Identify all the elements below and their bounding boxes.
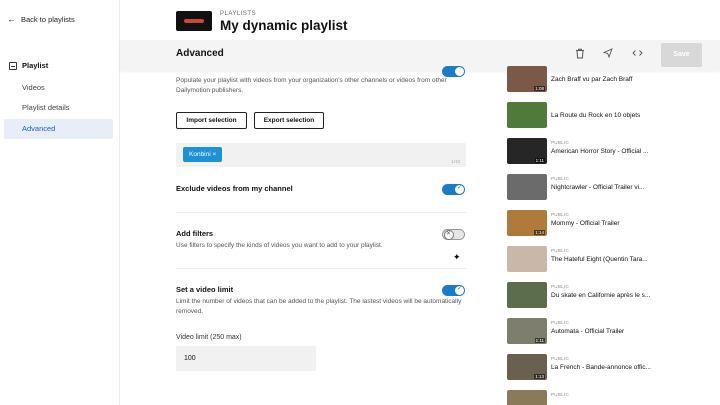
video-title: Automata - Official Trailer: [551, 328, 625, 335]
video-thumbnail: 1:14: [507, 210, 547, 236]
save-button[interactable]: Save: [661, 43, 702, 67]
list-item[interactable]: 1:13 PUBLIC La French - Bande-annonce of…: [507, 354, 720, 384]
video-thumbnail: 1:08: [507, 66, 547, 92]
video-thumbnail: [507, 282, 547, 308]
video-title: La French - Bande-annonce offic...: [551, 364, 651, 371]
page-title: My dynamic playlist: [220, 18, 348, 33]
send-icon[interactable]: [602, 48, 614, 60]
sidebar-item-label: Videos: [22, 83, 45, 92]
add-filters-toggle[interactable]: ✕: [442, 229, 465, 240]
video-title: American Horror Story - Official ...: [551, 148, 649, 155]
arrow-left-icon: ←: [7, 14, 16, 24]
sidebar-section-label: Playlist: [22, 61, 49, 70]
video-status: PUBLIC: [551, 284, 570, 289]
playlist-icon: [9, 61, 17, 70]
list-item[interactable]: PUBLIC Nightcrawler - Official Trailer v…: [507, 174, 720, 204]
video-title: Nightcrawler - Official Trailer vi...: [551, 184, 645, 191]
video-limit-field[interactable]: [176, 346, 316, 371]
video-title: La Route du Rock en 10 objets: [551, 112, 641, 119]
video-thumbnail: 1:13: [507, 354, 547, 380]
page-header: PLAYLISTS My dynamic playlist: [120, 0, 720, 40]
list-item[interactable]: PUBLIC Du skate en Californie après le s…: [507, 282, 720, 312]
divider: [176, 268, 466, 269]
video-status: PUBLIC: [551, 212, 570, 217]
back-to-playlists-link[interactable]: ← Back to playlists: [7, 14, 75, 25]
video-duration: 1:11: [534, 338, 545, 343]
sidebar: ← Back to playlists Playlist Videos Play…: [0, 0, 120, 405]
import-selection-button[interactable]: Import selection: [176, 112, 247, 129]
channel-tag-chip[interactable]: Konbini ×: [183, 147, 223, 162]
video-title: The Hateful Eight (Quentin Tara...: [551, 256, 648, 263]
video-status: PUBLIC: [551, 392, 570, 397]
tag-counter: 1/10: [451, 159, 460, 164]
video-title: Du skate en Californie après le s...: [551, 292, 651, 299]
sidebar-item-playlist-details[interactable]: Playlist details: [4, 98, 113, 118]
video-status: PUBLIC: [551, 248, 570, 253]
limit-title: Set a video limit: [176, 285, 234, 294]
channel-tag-input[interactable]: Konbini × 1/10: [176, 143, 466, 167]
list-item[interactable]: 1:08 Zach Braff vu par Zach Braff: [507, 66, 720, 96]
sidebar-item-label: Playlist details: [22, 103, 70, 112]
playlist-thumbnail: [176, 11, 212, 31]
sidebar-item-advanced[interactable]: Advanced: [4, 119, 113, 139]
video-limit-label: Video limit (250 max): [176, 334, 242, 341]
sidebar-item-label: Advanced: [22, 124, 56, 133]
filters-title: Add filters: [176, 229, 214, 238]
trash-icon[interactable]: [574, 48, 586, 60]
video-title: Zach Braff vu par Zach Braff: [551, 76, 633, 83]
breadcrumb[interactable]: PLAYLISTS: [220, 11, 256, 17]
exclude-videos-toggle[interactable]: ✓: [442, 184, 465, 195]
close-icon: ✕: [446, 231, 452, 237]
sidebar-item-videos[interactable]: Videos: [4, 78, 113, 98]
list-item[interactable]: PUBLIC The Hateful Eight (Quentin Tara..…: [507, 246, 720, 276]
video-thumbnail: [507, 390, 547, 405]
video-title: Mommy - Official Trailer: [551, 220, 620, 227]
video-limit-toggle[interactable]: ✓: [442, 285, 465, 296]
video-duration: 1:14: [534, 230, 545, 235]
import-description: Populate your playlist with videos from …: [176, 77, 447, 94]
back-label: Back to playlists: [21, 15, 75, 24]
video-thumbnail: 1:11: [507, 318, 547, 344]
video-thumbnail: [507, 174, 547, 200]
video-thumbnail: 1:11: [507, 138, 547, 164]
list-item[interactable]: PUBLIC: [507, 390, 720, 405]
list-item[interactable]: La Route du Rock en 10 objets: [507, 102, 720, 132]
section-title: Advanced: [176, 48, 224, 59]
list-item[interactable]: 1:14 PUBLIC Mommy - Official Trailer: [507, 210, 720, 240]
video-status: PUBLIC: [551, 140, 570, 145]
exclude-title: Exclude videos from my channel: [176, 184, 293, 193]
export-selection-button[interactable]: Export selection: [254, 112, 324, 129]
embed-code-icon[interactable]: [631, 48, 643, 60]
video-duration: 1:08: [534, 86, 545, 91]
list-item[interactable]: 1:11 PUBLIC American Horror Story - Offi…: [507, 138, 720, 168]
limit-description: Limit the number of videos that can be a…: [176, 298, 462, 315]
video-thumbnail: [507, 102, 547, 128]
video-status: PUBLIC: [551, 176, 570, 181]
list-item[interactable]: 1:11 PUBLIC Automata - Official Trailer: [507, 318, 720, 348]
divider: [176, 212, 466, 213]
video-duration: 1:11: [534, 158, 545, 163]
check-icon: ✓: [457, 286, 463, 292]
video-status: PUBLIC: [551, 356, 570, 361]
mouse-cursor-icon: ✦: [453, 252, 461, 262]
check-icon: ✓: [457, 185, 463, 191]
video-thumbnail: [507, 246, 547, 272]
sidebar-section-playlist: Playlist: [9, 61, 48, 70]
video-duration: 1:13: [534, 374, 545, 379]
filters-description: Use filters to specify the kinds of vide…: [176, 242, 383, 249]
video-status: PUBLIC: [551, 320, 570, 325]
